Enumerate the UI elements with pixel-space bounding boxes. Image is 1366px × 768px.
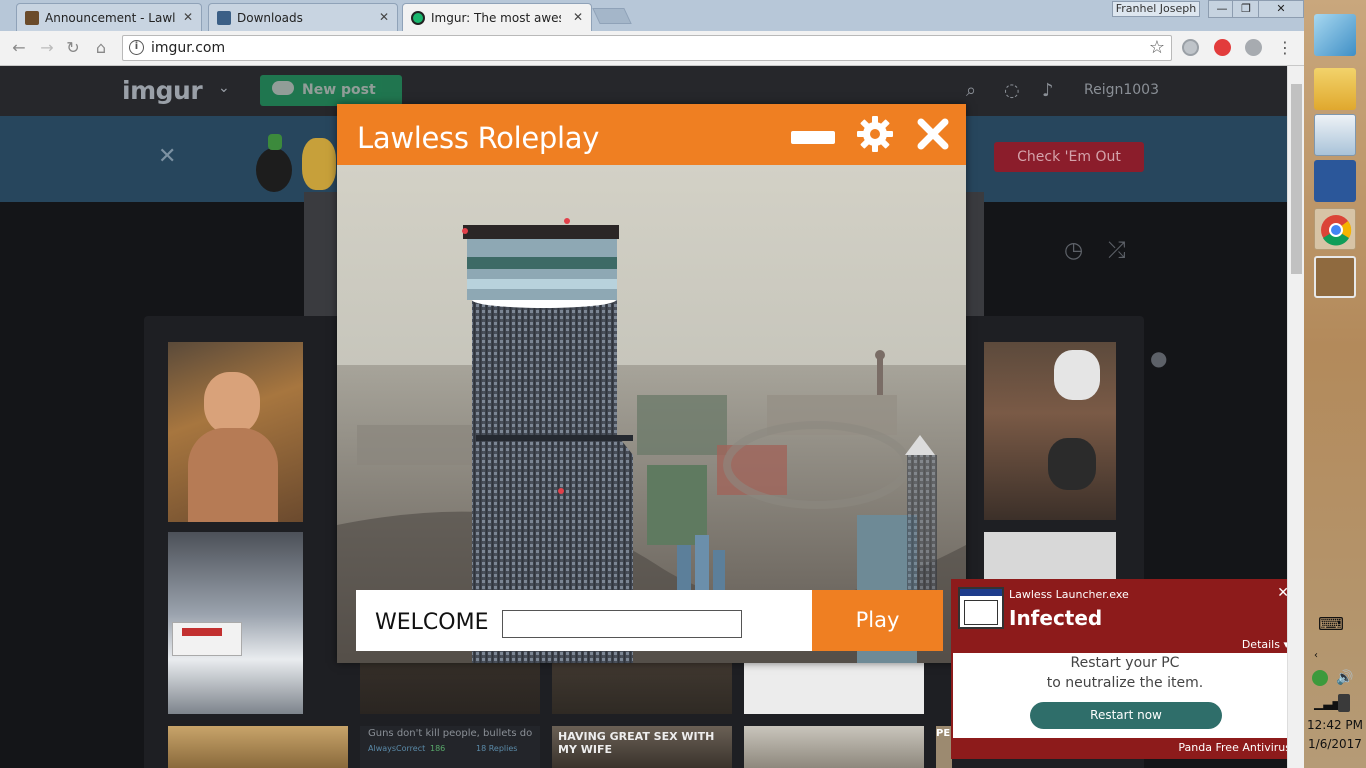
tray-expand-icon[interactable]: ‹	[1314, 650, 1318, 661]
file-explorer-icon[interactable]	[1314, 68, 1356, 110]
thumb-figure-body	[188, 428, 278, 522]
welcome-label: WELCOME	[375, 610, 489, 635]
tab-close-icon[interactable]: ✕	[573, 10, 583, 24]
lawless-launcher-window: Lawless Roleplay WELCOME Play	[337, 104, 966, 663]
antivirus-brand: Panda Free Antivirus	[1178, 741, 1291, 754]
clock-time[interactable]: 12:42 PM	[1304, 718, 1366, 732]
tab-close-icon[interactable]: ✕	[183, 10, 193, 24]
shuffle-icon[interactable]: ⤮	[1108, 238, 1126, 263]
gallery-thumb[interactable]	[984, 342, 1116, 520]
window-close-button[interactable]: ✕	[1258, 0, 1304, 18]
gallery-thumb[interactable]	[984, 532, 1116, 586]
chrome-icon[interactable]	[1314, 208, 1356, 250]
gallery-thumb[interactable]	[168, 532, 303, 714]
imgur-logo[interactable]: imgur	[122, 76, 203, 105]
tab-close-icon[interactable]: ✕	[379, 10, 389, 24]
site-info-icon[interactable]: i	[129, 40, 144, 55]
downloads-favicon-icon	[217, 11, 231, 25]
search-icon[interactable]: ⌕	[966, 80, 976, 101]
extension-icon[interactable]	[1182, 39, 1199, 56]
chevron-down-icon[interactable]: ⌄	[218, 80, 230, 96]
thumb-figure	[204, 372, 260, 434]
profile-button[interactable]: Franhel Joseph	[1112, 1, 1200, 17]
window-restore-button[interactable]: ❐	[1232, 0, 1260, 18]
battery-icon[interactable]	[1338, 694, 1350, 712]
application-window-icon	[958, 587, 1004, 629]
thumb-figure	[1048, 438, 1096, 490]
giraffe-mascot	[302, 138, 336, 190]
gallery-thumb[interactable]: PERSON	[936, 726, 952, 768]
notification-footer: Panda Free Antivirus	[953, 738, 1297, 757]
back-arrow-icon[interactable]: ←	[8, 37, 30, 59]
gallery-thumb[interactable]	[744, 726, 924, 768]
volume-icon[interactable]: 🔊	[1336, 670, 1353, 686]
launcher-minimize-button[interactable]	[791, 131, 835, 144]
lawless-favicon-icon	[25, 11, 39, 25]
close-icon[interactable]	[915, 116, 951, 152]
keyboard-icon[interactable]: ⌨	[1318, 614, 1344, 635]
comment-bubble-icon[interactable]: ●	[1150, 346, 1167, 370]
clock-date[interactable]: 1/6/2017	[1304, 737, 1366, 751]
browser-toolbar: ← → ↻ ⌂ i imgur.com ☆ ⋮	[0, 31, 1304, 66]
gallery-thumb[interactable]	[168, 342, 303, 522]
play-button[interactable]: Play	[812, 590, 943, 651]
new-post-button[interactable]: New post	[260, 75, 402, 106]
thumb-figure	[1054, 350, 1100, 400]
welcome-panel: WELCOME	[356, 590, 812, 651]
calculator-icon[interactable]	[1314, 114, 1356, 156]
infection-status: Infected	[1009, 606, 1103, 630]
infected-file-name: Lawless Launcher.exe	[1009, 588, 1129, 601]
elf-hat	[268, 134, 282, 150]
tab-imgur[interactable]: Imgur: The most awesome ✕	[402, 3, 592, 31]
gallery-thumb[interactable]	[168, 726, 348, 768]
new-tab-button[interactable]	[592, 8, 632, 24]
forward-arrow-icon[interactable]: →	[36, 37, 58, 59]
panda-tray-icon[interactable]	[1312, 670, 1328, 686]
banner-close-icon[interactable]: ✕	[158, 144, 176, 169]
adblock-extension-icon[interactable]	[1214, 39, 1231, 56]
browser-chrome: Announcement - Lawless ✕ Downloads ✕ Img…	[0, 0, 1304, 66]
scrollbar-thumb[interactable]	[1291, 84, 1302, 274]
bookmark-star-icon[interactable]: ☆	[1149, 37, 1165, 58]
penguin-mascot	[256, 148, 292, 192]
page-scrollbar[interactable]	[1287, 66, 1304, 768]
notification-header: Lawless Launcher.exe Infected ✕ Details …	[953, 581, 1297, 653]
chrome-logo	[1321, 215, 1352, 246]
extension-cloud-icon[interactable]	[1245, 39, 1262, 56]
tab-announcement[interactable]: Announcement - Lawless ✕	[16, 3, 202, 31]
username-menu[interactable]: Reign1003	[1084, 82, 1159, 98]
gallery-thumb[interactable]: Guns don't kill people, bullets do Alway…	[360, 726, 540, 768]
city-scene-image	[337, 165, 966, 663]
launcher-title: Lawless Roleplay	[357, 121, 600, 155]
username-input[interactable]	[502, 610, 742, 638]
imgur-favicon-icon	[411, 11, 425, 25]
clock-icon[interactable]: ◷	[1064, 238, 1083, 263]
reload-icon[interactable]: ↻	[62, 37, 84, 59]
upload-cloud-icon	[272, 81, 294, 95]
gear-icon[interactable]	[855, 114, 895, 154]
menu-dots-icon[interactable]: ⋮	[1274, 37, 1296, 59]
chat-icon[interactable]: ◌	[1004, 80, 1020, 101]
lawless-launcher-taskbar-icon[interactable]	[1314, 256, 1356, 298]
launcher-title-bar[interactable]: Lawless Roleplay	[337, 104, 966, 165]
notification-message-line1: Restart your PC	[1070, 655, 1180, 671]
home-icon[interactable]: ⌂	[90, 37, 112, 59]
bell-icon[interactable]: ♪	[1042, 80, 1054, 101]
tab-downloads[interactable]: Downloads ✕	[208, 3, 398, 31]
pen-app-icon[interactable]	[1314, 14, 1356, 56]
restart-now-button[interactable]: Restart now	[1030, 702, 1222, 729]
gallery-thumb[interactable]: HAVING GREAT SEX WITH MY WIFE	[552, 726, 732, 768]
tab-strip: Announcement - Lawless ✕ Downloads ✕ Img…	[0, 0, 1304, 31]
word-icon[interactable]	[1314, 160, 1356, 202]
notification-message-line2: to neutralize the item.	[1046, 675, 1204, 691]
address-bar[interactable]: i imgur.com ☆	[122, 35, 1172, 61]
antivirus-notification: Lawless Launcher.exe Infected ✕ Details …	[951, 579, 1299, 759]
check-em-out-button[interactable]: Check 'Em Out	[994, 142, 1144, 172]
thumb-truck-stripe	[182, 628, 222, 636]
details-toggle[interactable]: Details ▾	[1242, 638, 1289, 651]
